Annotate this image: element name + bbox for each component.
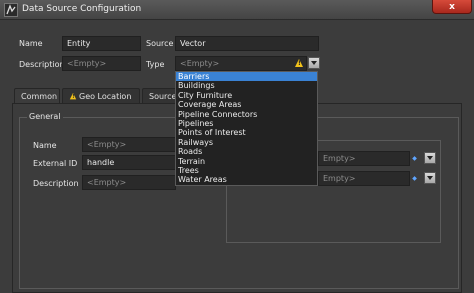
spin-arrows-icon[interactable]: ◆	[411, 153, 418, 164]
name-label: Name	[19, 39, 43, 48]
chevron-down-icon	[311, 61, 317, 65]
right-dropdown-button-2[interactable]	[424, 172, 436, 184]
tab-source-label: Source	[149, 92, 177, 101]
general-group-title: General	[27, 112, 63, 121]
warning-icon	[295, 59, 303, 67]
tab-geo-location-label: Geo Location	[79, 92, 132, 101]
dropdown-item[interactable]: Pipelines	[176, 119, 317, 128]
dropdown-item[interactable]: City Furniture	[176, 91, 317, 100]
general-name-field[interactable]: <Empty>	[82, 137, 176, 152]
source-field[interactable]: Vector	[175, 36, 319, 51]
type-combo[interactable]: <Empty>	[175, 56, 307, 71]
description-label: Description	[19, 60, 65, 69]
close-icon: x	[449, 1, 455, 12]
dropdown-item[interactable]: Points of Interest	[176, 128, 317, 137]
description-field[interactable]: <Empty>	[62, 56, 141, 71]
title-bar: Data Source Configuration x	[0, 0, 474, 20]
tab-bar: Common Geo Location Source	[14, 88, 184, 105]
dropdown-item[interactable]: Coverage Areas	[176, 100, 317, 109]
general-description-field[interactable]: <Empty>	[82, 175, 176, 190]
window-title: Data Source Configuration	[22, 4, 142, 14]
chevron-down-icon	[427, 156, 433, 160]
type-dropdown-list[interactable]: Barriers Buildings City Furniture Covera…	[175, 71, 318, 186]
dropdown-item[interactable]: Terrain	[176, 157, 317, 166]
external-id-field[interactable]: handle	[82, 155, 176, 170]
dropdown-item[interactable]: Water Areas	[176, 175, 317, 184]
right-field-1[interactable]: Empty>	[318, 151, 410, 166]
warning-icon	[69, 92, 77, 101]
dropdown-item[interactable]: Barriers	[176, 72, 317, 82]
tab-geo-location[interactable]: Geo Location	[62, 88, 140, 104]
dropdown-item[interactable]: Railways	[176, 138, 317, 147]
external-id-label: External ID	[33, 159, 78, 168]
right-dropdown-button-1[interactable]	[424, 152, 436, 164]
type-dropdown-button[interactable]	[308, 57, 320, 69]
dropdown-item[interactable]: Trees	[176, 166, 317, 175]
type-label: Type	[146, 60, 165, 69]
general-description-label: Description	[33, 179, 79, 188]
tab-common-label: Common	[21, 92, 58, 101]
name-field[interactable]: Entity	[62, 36, 141, 51]
app-logo-icon	[4, 3, 18, 17]
dropdown-item[interactable]: Pipeline Connectors	[176, 110, 317, 119]
chevron-down-icon	[427, 176, 433, 180]
dropdown-item[interactable]: Roads	[176, 147, 317, 156]
general-name-label: Name	[33, 141, 57, 150]
spin-arrows-icon[interactable]: ◆	[411, 173, 418, 184]
close-button[interactable]: x	[432, 0, 472, 14]
type-combo-value: <Empty>	[180, 59, 220, 68]
dropdown-item[interactable]: Buildings	[176, 81, 317, 90]
right-field-2[interactable]: Empty>	[318, 171, 410, 186]
source-label: Source	[146, 39, 174, 48]
